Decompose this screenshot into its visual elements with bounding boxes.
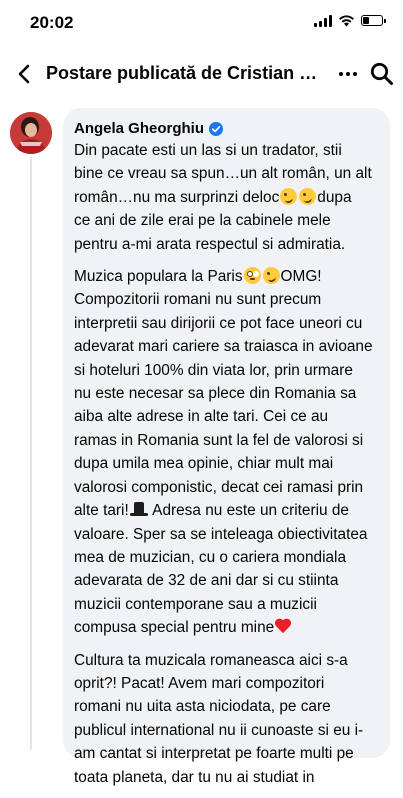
battery-icon: [361, 15, 386, 26]
comment-line: si hoteluri 100% din viata lor, prin urm…: [74, 361, 353, 379]
comment-line: ce ani de zile erai pe la cabinele mele: [74, 212, 331, 230]
more-options-button[interactable]: [336, 62, 360, 86]
status-time: 20:02: [30, 13, 74, 32]
comment-line: muzicii contemporane sau a muzicii: [74, 595, 317, 613]
woozy-face-emoji-icon: [262, 267, 280, 285]
signal-icon: [314, 14, 332, 27]
comment-line: bine ce vreau sa spun…un alt român, un a…: [74, 165, 372, 183]
back-button[interactable]: [10, 60, 38, 88]
comment-line: publicul international nu ii cunoaste si…: [74, 721, 364, 739]
comment-line: toata planeta, dar tu nu ai studiat in: [74, 768, 315, 786]
comment-line: aiba alte adrese in alte tari. Cei ce au: [74, 408, 329, 426]
comment-line: romani nu uita asta niciodata, pe care: [74, 698, 331, 716]
page-title: Postare publicată de Cristian M...: [46, 63, 326, 83]
comment-line: alte tari! Adresa nu este un criteriu de: [74, 501, 349, 520]
comment-line: oprit?! Pacat! Avem mari compozitori: [74, 674, 325, 692]
comment-line: interpretii sau dirijorii ce pot face un…: [74, 314, 363, 332]
comment-line: Compozitorii romani nu sunt precum: [74, 291, 322, 309]
avatar[interactable]: [10, 112, 52, 154]
comment-line: mea de muzician, cu o cariera mondiala: [74, 548, 347, 566]
comment-author: Angela Gheorghiu: [74, 120, 224, 137]
comment-line: adevarat mari cariere sa traiasca in avi…: [74, 338, 373, 356]
comment-line: compusa special pentru mine: [74, 616, 384, 639]
comment-line: adevarata de 32 de ani dar si cu stiinta: [74, 572, 339, 590]
comment-line: Din pacate esti un las si un tradator, s…: [74, 142, 342, 159]
nav-bar: Postare publicată de Cristian M...: [0, 54, 403, 94]
status-bar: 20:02: [0, 0, 403, 44]
thread-line: [30, 156, 32, 750]
red-heart-emoji-icon: [274, 618, 292, 635]
comment-line: dupa umila mea opinie, chiar mult mai: [74, 455, 334, 473]
status-icons: [314, 14, 386, 27]
comment-line: pentru a-mi arata respectul si admiratia…: [74, 235, 346, 253]
search-icon: [370, 62, 393, 85]
wifi-icon: [339, 15, 354, 27]
woozy-face-emoji-icon: [280, 187, 298, 205]
more-options-icon: [339, 72, 343, 76]
flushed-face-emoji-icon: [243, 267, 261, 285]
top-hat-emoji-icon: [129, 501, 148, 518]
comment-line: român…nu ma surprinzi deloc dupa: [74, 187, 352, 206]
verified-badge-icon: [209, 121, 224, 136]
comment-line: valorosi componistic, decat cei ramasi p…: [74, 478, 364, 496]
comment-paragraph: Cultura ta muzicala romaneasca aici s-a …: [74, 649, 384, 789]
profile-photo: [10, 112, 52, 154]
comment-line: Cultura ta muzicala romaneasca aici s-a: [74, 651, 348, 669]
comment-text: Din pacate esti un las si un tradator, s…: [74, 139, 384, 798]
comment-line: nu este necesar sa plece din Romania sa: [74, 385, 357, 403]
author-name[interactable]: Angela Gheorghiu: [74, 120, 204, 137]
comment-paragraph: Din pacate esti un las si un tradator, s…: [74, 139, 384, 256]
search-button[interactable]: [369, 61, 395, 87]
comment-line: Muzica populara la Paris OMG!: [74, 267, 322, 286]
comment-line: valoare. Sper sa se inteleaga obiectivit…: [74, 525, 368, 543]
comment-line: ramas in Romania sunt la fel de valorosi…: [74, 431, 364, 449]
comment-line: am cantat si interpretat pe foarte multi…: [74, 745, 354, 763]
back-arrow-icon: [18, 64, 30, 84]
woozy-face-emoji-icon: [299, 187, 317, 205]
comment-paragraph: Muzica populara la Paris OMG! Compozitori…: [74, 265, 384, 640]
comment-bubble: Angela Gheorghiu Din pacate esti un las …: [63, 108, 390, 786]
